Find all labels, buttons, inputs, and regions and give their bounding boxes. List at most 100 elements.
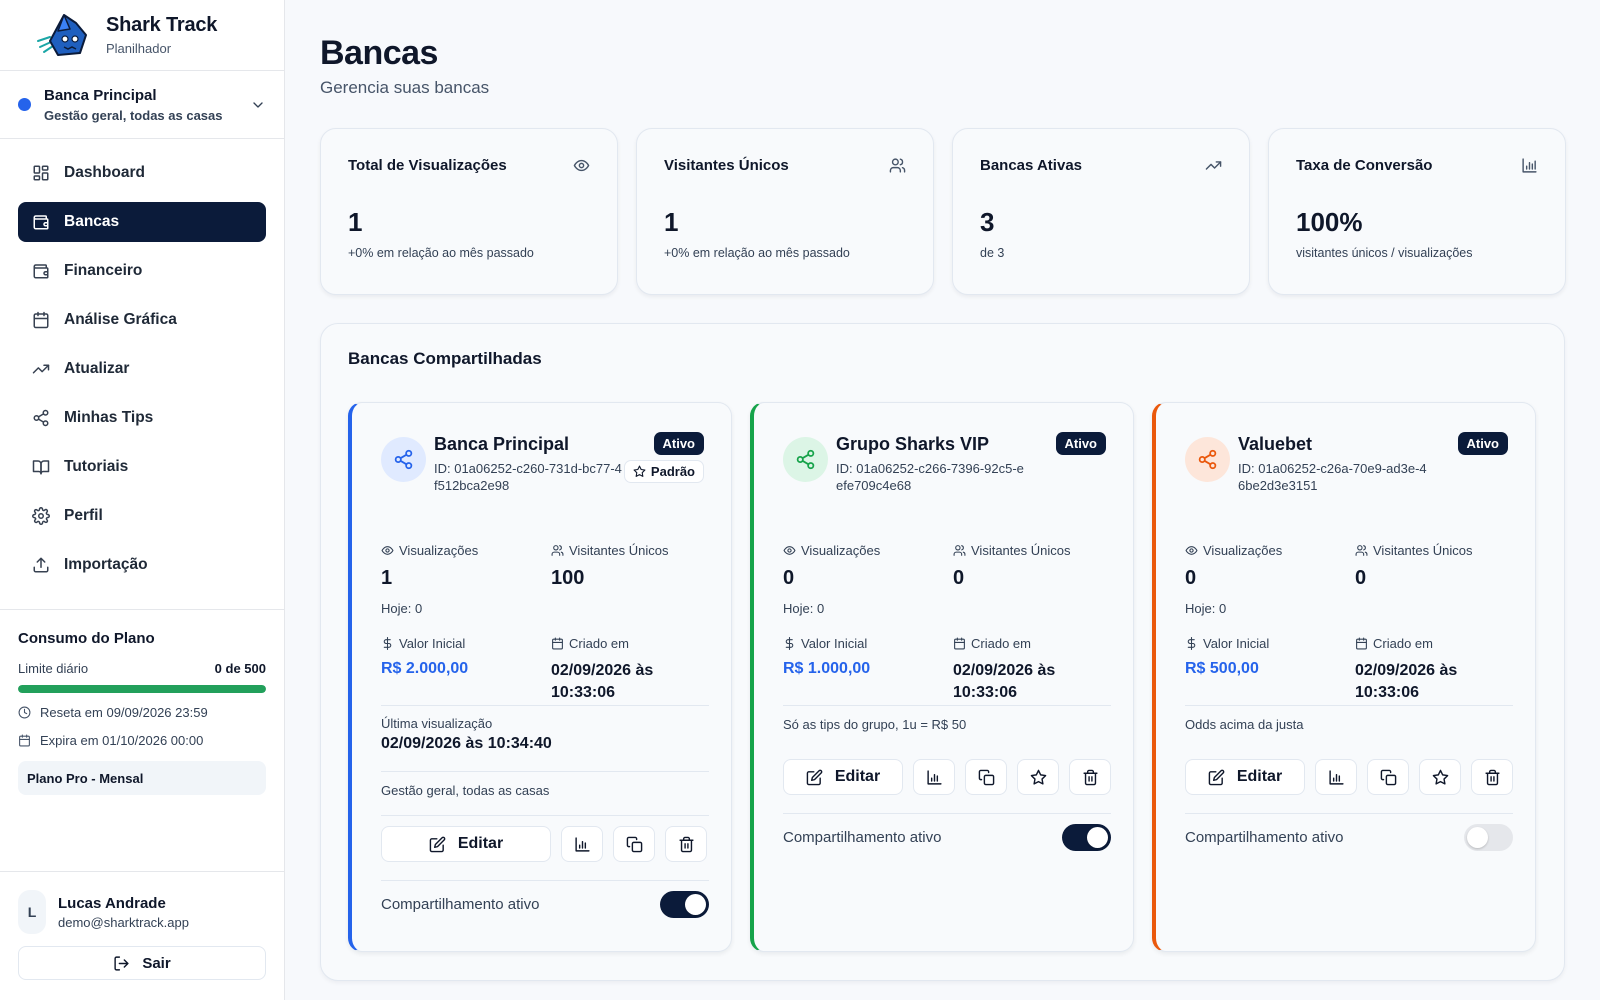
created-value: 02/09/2026 às 10:33:06 [1355,662,1458,701]
set-default-button[interactable] [1419,759,1461,795]
sidebar-item-perfil[interactable]: Perfil [18,496,266,536]
edit-icon [1208,769,1225,785]
users-icon [889,158,906,173]
users-icon [551,545,564,556]
sidebar-item-minhas-tips[interactable]: Minhas Tips [18,398,266,438]
calendar-icon [552,637,563,650]
bar-chart-icon [574,836,590,852]
views-value: 0 [1185,567,1197,589]
plan-expire-text: Expira em 01/10/2026 00:00 [40,733,204,748]
last-view-value: 02/09/2026 às 10:34:40 [381,735,552,752]
unique-label: Visitantes Únicos [971,543,1071,558]
sidebar-item-tutoriais[interactable]: Tutoriais [18,447,266,487]
toggle-knob [1467,827,1488,848]
default-badge-label: Padrão [650,464,695,479]
trash-icon [1484,769,1500,785]
initial-value-label: Valor Inicial [801,636,868,651]
sidebar-item-analise-grafica[interactable]: Análise Gráfica [18,300,266,340]
share-row: Compartilhamento ativo [783,824,1111,851]
sidebar-item-financeiro[interactable]: Financeiro [18,251,266,291]
share-label: Compartilhamento ativo [381,896,540,913]
calendar-icon [33,311,49,329]
today-views: Hoje: 0 [1185,601,1227,616]
upload-icon [33,557,49,573]
edit-button-label: Editar [1236,768,1283,785]
today-views: Hoje: 0 [783,601,825,616]
brand: Shark Track Planilhador [0,0,284,71]
stats-button[interactable] [561,826,603,862]
status-badge: Ativo [653,432,704,455]
eye-icon [783,546,796,555]
bank-card-actions: Editar [783,759,1111,795]
bar-chart-icon [1328,769,1344,785]
copy-icon [978,769,994,785]
bank-card-description: Só as tips do grupo, 1u = R$ 50 [783,717,967,732]
bank-card-icon [381,437,426,482]
delete-button[interactable] [665,826,707,862]
bank-card-name: Banca Principal [434,434,570,454]
calendar-icon [19,734,30,747]
plan-name-badge: Plano Pro - Mensal [18,761,266,795]
calendar-icon [1356,637,1367,650]
status-badge: Ativo [1457,432,1508,455]
set-default-button[interactable] [1017,759,1059,795]
delete-button[interactable] [1069,759,1111,795]
bank-card-id: ID: 01a06252-c266-7396-92c5-eefe709c4e68 [836,461,1024,493]
today-views: Hoje: 0 [381,601,423,616]
bank-card-actions: Editar [381,826,707,862]
default-badge[interactable]: Padrão [623,460,704,483]
book-icon [32,460,50,475]
divider [381,705,709,706]
sidebar-item-label: Minhas Tips [64,409,154,426]
stats-button[interactable] [1315,759,1357,795]
page-subtitle: Gerencia suas bancas [320,78,490,97]
logout-button[interactable]: Sair [18,946,266,980]
copy-button[interactable] [613,826,655,862]
copy-button[interactable] [1367,759,1409,795]
star-icon [1030,769,1046,785]
copy-button[interactable] [965,759,1007,795]
logout-label: Sair [142,954,171,972]
initial-value: R$ 1.000,00 [783,660,871,677]
stat-value: 3 [980,207,995,237]
edit-button[interactable]: Editar [783,759,903,795]
sidebar-item-atualizar[interactable]: Atualizar [18,349,266,389]
sidebar-item-dashboard[interactable]: Dashboard [18,153,266,193]
bank-card-icon [1185,437,1230,482]
wallet-icon [33,264,49,279]
users-icon [953,545,966,556]
share-toggle[interactable] [660,891,709,918]
sidebar-item-importacao[interactable]: Importação [18,545,266,585]
views-value: 0 [783,567,795,589]
shared-banks-title: Bancas Compartilhadas [348,349,542,368]
calendar-icon [954,637,965,650]
shark-logo-icon [37,14,87,56]
bank-card-banca-principal: Banca Principal ID: 01a06252-c260-731d-b… [348,402,732,952]
created-label: Criado em [971,636,1031,651]
plan-limit-value: 0 de 500 [214,661,266,676]
share-icon [33,409,49,427]
stat-card-active-banks: Bancas Ativas 3 de 3 [952,128,1250,295]
share-icon [1198,449,1217,470]
share-toggle[interactable] [1464,824,1513,851]
unique-label: Visitantes Únicos [569,543,669,558]
trash-icon [678,836,694,852]
divider [783,748,1111,749]
share-row: Compartilhamento ativo [1185,824,1513,851]
bank-selector-name: Banca Principal [44,86,157,104]
views-label: Visualizações [1203,543,1283,558]
edit-button[interactable]: Editar [381,826,551,862]
stat-value: 1 [664,207,679,237]
views-value: 1 [381,567,393,589]
stats-button[interactable] [913,759,955,795]
plan-usage-bar-fill [18,685,266,693]
unique-value: 100 [551,567,585,589]
bank-card-grupo-sharks-vip: Grupo Sharks VIP ID: 01a06252-c266-7396-… [750,402,1134,952]
sidebar-item-bancas[interactable]: Bancas [18,202,266,242]
users-icon [1355,545,1368,556]
bank-selector[interactable]: Banca Principal Gestão geral, todas as c… [0,71,284,139]
share-toggle[interactable] [1062,824,1111,851]
edit-button[interactable]: Editar [1185,759,1305,795]
dollar-icon [785,637,794,650]
delete-button[interactable] [1471,759,1513,795]
